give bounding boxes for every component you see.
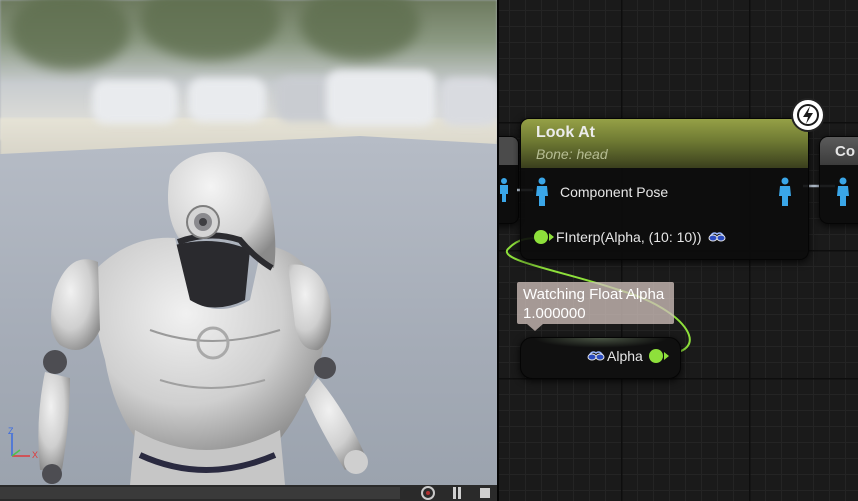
node-title: Co (835, 143, 855, 160)
pin-label: Component Pose (560, 184, 669, 200)
axis-x-label: X (32, 450, 39, 460)
watch-value: 1.000000 (523, 305, 586, 322)
watch-value-bubble: Watching Float Alpha 1.000000 (517, 282, 674, 331)
viewport-toolbar (0, 485, 497, 501)
anim-graph-editor[interactable]: Look At Bone: head Component Pose FInter… (499, 0, 858, 501)
mannequin-character (38, 151, 368, 485)
node-header: Co (820, 137, 858, 165)
record-button[interactable] (421, 486, 435, 500)
node-title: Look At (536, 124, 595, 141)
timeline-bar[interactable] (0, 487, 400, 499)
watch-glasses-icon (708, 232, 726, 242)
pin-label: FInterp(Alpha, (10: 10)) (556, 229, 702, 245)
stop-icon[interactable] (480, 488, 490, 498)
watch-glasses-icon (587, 351, 605, 361)
pose-pin-icon[interactable] (836, 177, 850, 207)
fast-path-lightning-icon (793, 100, 823, 130)
alpha-variable-node[interactable]: Alpha (520, 337, 681, 379)
look-at-node[interactable]: Look At Bone: head Component Pose FInter… (520, 118, 809, 260)
float-pin-icon[interactable] (648, 349, 669, 363)
level-viewport[interactable]: Z X (0, 0, 497, 501)
pose-pin-icon[interactable] (778, 177, 792, 207)
float-pin-icon[interactable] (534, 230, 554, 244)
alpha-output[interactable]: Alpha (587, 348, 669, 364)
pause-icon[interactable] (452, 487, 462, 499)
node-subtitle: Bone: head (536, 146, 608, 162)
component-pose-input[interactable]: Component Pose (535, 177, 668, 207)
output-node[interactable]: Co (819, 136, 858, 224)
pose-pin-icon[interactable] (535, 177, 549, 207)
axis-z-label: Z (8, 426, 14, 436)
node-header (499, 137, 518, 165)
pose-output[interactable] (778, 177, 792, 207)
variable-label: Alpha (607, 348, 643, 364)
watch-label: Watching Float Alpha (523, 286, 665, 303)
look-at-header[interactable]: Look At Bone: head (521, 119, 808, 168)
pose-output-pin-icon[interactable] (499, 177, 510, 203)
input-node[interactable] (499, 136, 519, 224)
alpha-input[interactable]: FInterp(Alpha, (10: 10)) (534, 229, 726, 245)
bubble-tail (527, 324, 543, 331)
